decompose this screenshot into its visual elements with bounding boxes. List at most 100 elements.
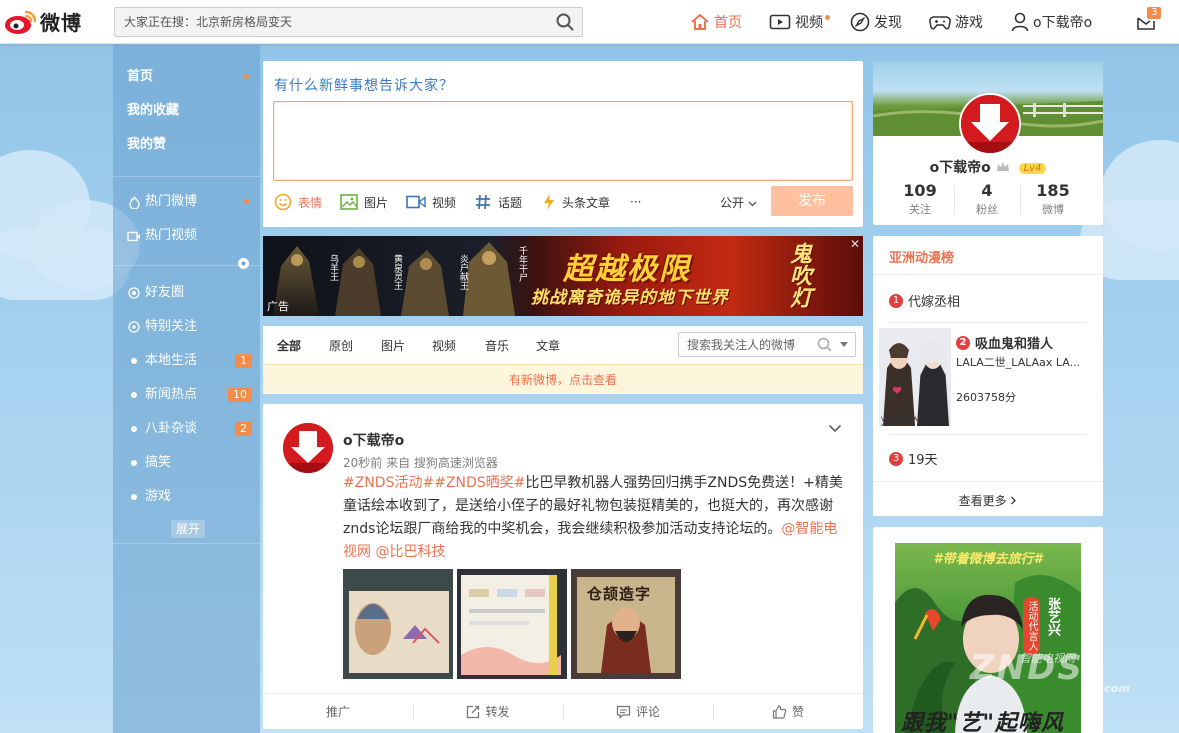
sidebar-expand-button[interactable]: 展开	[171, 520, 205, 538]
caret-down-icon[interactable]	[839, 341, 849, 349]
banner-title: 超越极限	[563, 252, 691, 287]
post-image[interactable]: 仓颉造字	[571, 569, 681, 679]
tab-articles[interactable]: 文章	[536, 337, 560, 354]
sidebar-item-likes[interactable]: 我的赞	[127, 130, 252, 160]
nav-user-label: o下载帝o	[1033, 15, 1093, 31]
search-button[interactable]	[548, 8, 582, 36]
ranking-item[interactable]: 2 吸血鬼和猎人	[956, 333, 1053, 352]
anime-cover-image[interactable]: VAMPIRE AND HUNTER	[879, 328, 951, 426]
level-badge[interactable]: Lv4	[1018, 163, 1047, 174]
image-label: 图片	[364, 195, 389, 210]
home-icon	[691, 14, 709, 30]
sidebar-divider	[113, 176, 260, 177]
nav-home[interactable]: 首页	[690, 0, 742, 44]
promo-card[interactable]: #带着微博去旅行# 活动代言人 张艺兴 跟我"艺"起嗨风景	[873, 527, 1103, 733]
feed-tabs: 全部 原创 图片 视频 音乐 文章	[263, 326, 863, 364]
settings-gear-icon[interactable]	[237, 257, 250, 273]
close-icon[interactable]: ✕	[850, 237, 860, 251]
post-menu-chevron-down-icon[interactable]	[828, 422, 842, 436]
ad-banner[interactable]: 乌羊王 黄泉灵王 炎户献王 千年干尸 超越极限 挑战离奇诡异的地下世界 鬼吹灯 …	[263, 236, 863, 316]
tab-original[interactable]: 原创	[329, 337, 353, 354]
view-more-link[interactable]: 查看更多	[873, 492, 1103, 509]
post-actions: 推广 转发 评论 赞	[263, 693, 863, 729]
sidebar-item-news[interactable]: 新闻热点 10	[127, 380, 252, 410]
topic-button[interactable]: 话题	[474, 192, 522, 212]
repost-button[interactable]: 转发	[413, 694, 563, 729]
sidebar-item-label: 特别关注	[145, 319, 198, 334]
stat-following[interactable]: 109 关注	[887, 181, 953, 217]
sidebar-item-local-life[interactable]: 本地生活 1	[127, 346, 252, 376]
thumbs-up-icon	[772, 704, 787, 719]
book-cover-image	[457, 569, 567, 679]
sidebar-item-label: 游戏	[145, 489, 172, 504]
search-input[interactable]	[115, 8, 548, 36]
sidebar-item-home[interactable]: 首页	[127, 62, 252, 92]
post-image[interactable]	[457, 569, 567, 679]
tab-music[interactable]: 音乐	[485, 337, 509, 354]
post-image[interactable]	[343, 569, 453, 679]
more-tools-button[interactable]: ···	[630, 192, 641, 212]
weibo-logo[interactable]: 微博	[4, 6, 82, 36]
znds-watermark-cn: 智能电视网	[1020, 652, 1075, 665]
like-button[interactable]: 赞	[713, 694, 863, 729]
avatar[interactable]	[959, 93, 1021, 155]
new-feeds-notice[interactable]: 有新微博，点击查看	[263, 364, 863, 394]
avatar[interactable]	[283, 423, 333, 473]
ranking-item[interactable]: 1 代嫁丞相	[889, 291, 960, 310]
image-button[interactable]: 图片	[340, 192, 388, 212]
tab-images[interactable]: 图片	[381, 337, 405, 354]
emoji-button[interactable]: 表情	[274, 192, 322, 212]
anime-cover-caption: VAMPIRE AND HUNTER	[881, 416, 928, 426]
nav-video[interactable]: 视频	[769, 0, 830, 44]
tab-video[interactable]: 视频	[432, 337, 456, 354]
sidebar-item-label: 本地生活	[145, 353, 198, 368]
visibility-dropdown[interactable]: 公开	[720, 194, 757, 211]
stat-fans[interactable]: 4 粉丝	[954, 181, 1020, 217]
sidebar-item-funny[interactable]: 搞笑	[127, 448, 252, 478]
share-icon	[467, 705, 480, 718]
comment-button[interactable]: 评论	[563, 694, 713, 729]
post-time[interactable]: 20秒前	[343, 456, 382, 470]
ranking-title[interactable]: 亚洲动漫榜	[889, 247, 954, 266]
comment-label: 评论	[635, 705, 660, 719]
nav-discover[interactable]: 发现	[850, 0, 902, 44]
post-author[interactable]: o下载帝o	[343, 430, 404, 450]
sidebar-item-favorites[interactable]: 我的收藏	[127, 96, 252, 126]
sidebar-item-label: 热门视频	[145, 228, 198, 243]
new-dot	[244, 74, 249, 79]
sidebar-item-special-follow[interactable]: 特别关注	[127, 312, 252, 342]
anime-ranking-card: 亚洲动漫榜 1 代嫁丞相 VAMPIRE AND HUNTER 2 吸血鬼和猎人…	[873, 236, 1103, 516]
crown-icon	[996, 162, 1009, 171]
stat-posts[interactable]: 185 微博	[1020, 181, 1086, 217]
mention-link[interactable]: @比巴科技	[375, 544, 445, 560]
more-label: ···	[630, 195, 642, 209]
publish-button[interactable]: 发布	[771, 186, 853, 216]
post-source[interactable]: 来自 搜狗高速浏览器	[386, 456, 498, 470]
sidebar-item-games[interactable]: 游戏	[127, 482, 252, 512]
banner-game-name: 鬼吹灯	[786, 242, 812, 308]
topic-link[interactable]: #ZNDS晒奖#	[434, 475, 525, 491]
user-icon	[1011, 12, 1029, 32]
composer-textarea[interactable]	[273, 101, 853, 181]
profile-name[interactable]: o下载帝o Lv4	[873, 157, 1103, 177]
headline-article-button[interactable]: 头条文章	[542, 192, 610, 212]
sidebar-item-gossip[interactable]: 八卦杂谈 2	[127, 414, 252, 444]
tab-all[interactable]: 全部	[277, 337, 301, 354]
stat-number: 109	[903, 181, 937, 200]
sidebar-count-badge: 1	[235, 354, 252, 368]
nav-home-label: 首页	[714, 15, 742, 31]
sidebar-item-hot-video[interactable]: 热门视频	[127, 221, 252, 251]
search-icon[interactable]	[817, 337, 833, 353]
ranking-item[interactable]: 3 19天	[889, 449, 938, 468]
divider	[889, 322, 1087, 323]
new-dot	[825, 14, 830, 20]
video-button[interactable]: 视频	[406, 192, 456, 212]
left-sidebar: 首页 我的收藏 我的赞 热门微博 热门视频 好友圈 特别关注 本地生活 1 新闻…	[113, 45, 260, 733]
sidebar-item-friends-circle[interactable]: 好友圈	[127, 278, 252, 308]
feed-search-input[interactable]	[679, 337, 817, 352]
nav-user[interactable]: o下载帝o	[1011, 0, 1092, 44]
sidebar-item-hot-weibo[interactable]: 热门微博	[127, 187, 252, 217]
nav-game[interactable]: 游戏	[929, 0, 983, 44]
promote-button[interactable]: 推广	[263, 694, 413, 729]
topic-link[interactable]: #ZNDS活动#	[343, 475, 434, 491]
